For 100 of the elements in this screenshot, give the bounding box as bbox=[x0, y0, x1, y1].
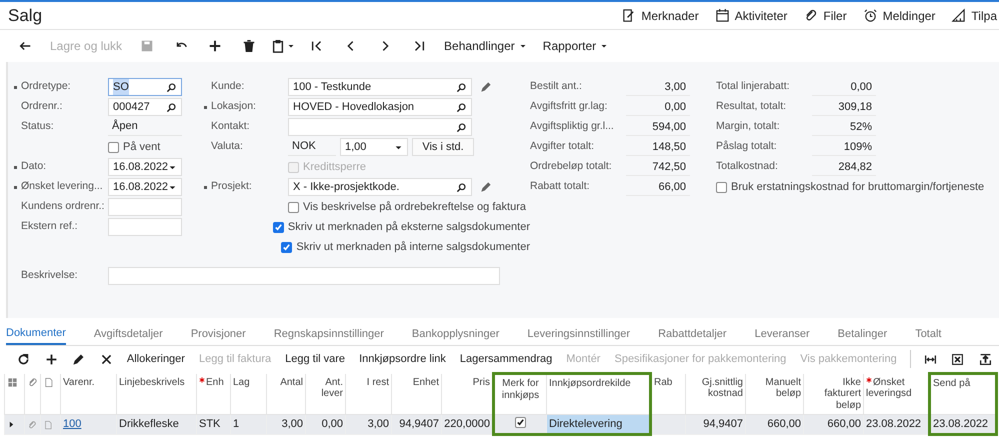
checkmark-icon bbox=[282, 242, 292, 252]
column-header[interactable]: Rab bbox=[650, 374, 686, 414]
table-cell: 94,9407 bbox=[686, 414, 746, 434]
field-label: Kontakt: bbox=[211, 119, 250, 134]
lookup-field[interactable]: HOVED - Hovedlokasjon bbox=[288, 98, 472, 116]
checkbox[interactable]: Vis beskrivelse på ordrebekreftelse og faktura bbox=[288, 198, 526, 216]
column-header[interactable]: Send på bbox=[930, 374, 996, 414]
summary-label: Resultat, totalt: bbox=[716, 99, 788, 114]
column-header[interactable]: I rest bbox=[346, 374, 392, 414]
page-title: Salg bbox=[8, 4, 42, 27]
checkmark-icon bbox=[516, 418, 525, 427]
checkbox[interactable]: Skriv ut merknaden på interne salgsdokumenter bbox=[281, 238, 530, 256]
summary-value: 3,00 bbox=[626, 78, 690, 96]
column-header[interactable]: Pris bbox=[442, 374, 494, 414]
summary-value: 284,82 bbox=[812, 158, 876, 176]
tab[interactable]: Betalinger bbox=[838, 324, 902, 345]
tab[interactable]: Regnskapsinnstillinger bbox=[274, 324, 398, 345]
checkbox[interactable] bbox=[515, 416, 526, 428]
checkbox[interactable]: Bruk erstatningskostnad for bruttomargin/fortjeneste bbox=[716, 178, 984, 196]
clipboard-icon bbox=[271, 39, 286, 53]
tab[interactable]: Provisjoner bbox=[190, 324, 260, 345]
table-cell: 220,0000 bbox=[442, 414, 494, 434]
lookup-field[interactable]: X - Ikke-prosjektkode. bbox=[288, 178, 472, 196]
header-link[interactable]: Filer bbox=[803, 6, 847, 24]
field-label: Prosjekt: bbox=[211, 179, 252, 194]
ruler-icon bbox=[951, 8, 966, 23]
close-icon bbox=[100, 352, 113, 366]
plus-icon bbox=[44, 352, 58, 366]
column-header[interactable]: Manuelt beløp bbox=[746, 374, 804, 414]
tab[interactable]: Avgiftsdetaljer bbox=[94, 324, 177, 345]
lookup-field[interactable]: SO bbox=[108, 78, 182, 96]
refresh-icon bbox=[17, 352, 30, 366]
rate-dropdown[interactable]: 1,00 bbox=[340, 138, 408, 156]
tab[interactable]: Bankopplysninger bbox=[412, 324, 514, 345]
checkbox[interactable]: Skriv ut merknaden på eksterne salgsdokumenter bbox=[272, 218, 530, 236]
fit-width-icon bbox=[924, 352, 937, 366]
menu-button[interactable]: Rapporter bbox=[536, 37, 614, 55]
trash-icon bbox=[242, 39, 256, 53]
field-label: Valuta: bbox=[211, 139, 243, 154]
summary-label: Rabatt totalt: bbox=[530, 179, 591, 194]
table-cell: STK bbox=[196, 414, 230, 434]
tab[interactable]: Dokumenter bbox=[6, 324, 66, 345]
search-icon bbox=[166, 102, 177, 112]
column-header[interactable]: Merk for innkjøps bbox=[494, 374, 546, 414]
column-header[interactable]: Lag bbox=[230, 374, 266, 414]
pencil-icon bbox=[480, 81, 492, 93]
column-header[interactable]: Enh bbox=[196, 374, 230, 414]
field-label: Ekstern ref.: bbox=[21, 219, 78, 234]
alarm-clock-icon bbox=[862, 8, 878, 23]
toolbar-button[interactable]: Allokeringer bbox=[120, 350, 192, 368]
header-link[interactable]: Meldinger bbox=[862, 6, 936, 24]
column-header[interactable]: Ønsket leveringsd bbox=[864, 374, 930, 414]
search-icon bbox=[456, 102, 467, 112]
column-header[interactable]: Innkjøpsordrekilde bbox=[546, 374, 650, 414]
header-link[interactable]: Merknader bbox=[621, 6, 699, 24]
summary-value: 309,18 bbox=[812, 98, 876, 116]
back-arrow-icon bbox=[18, 39, 32, 53]
field-label: Kundens ordrenr.: bbox=[21, 199, 104, 214]
tab[interactable]: Leveranser bbox=[754, 324, 824, 345]
tab[interactable]: Leveringsinnstillinger bbox=[527, 324, 644, 345]
summary-value: 148,50 bbox=[626, 138, 690, 156]
lookup-field[interactable]: 000427 bbox=[108, 98, 182, 116]
date-field[interactable]: 16.08.2022 bbox=[108, 158, 182, 176]
tab[interactable]: Rabattdetaljer bbox=[658, 324, 741, 345]
view-base-button[interactable]: Vis i std. bbox=[412, 138, 474, 156]
tab[interactable]: Totalt bbox=[915, 324, 956, 345]
table-cell: 23.08.2022 bbox=[864, 414, 930, 434]
column-header[interactable]: Antal bbox=[266, 374, 306, 414]
column-header[interactable]: Varenr. bbox=[60, 374, 116, 414]
lookup-field[interactable] bbox=[288, 118, 472, 136]
summary-label: Margin, totalt: bbox=[716, 119, 781, 134]
excel-export-icon bbox=[951, 352, 964, 366]
column-header[interactable]: Enhet bbox=[392, 374, 442, 414]
paperclip-icon bbox=[27, 420, 37, 430]
column-header[interactable]: Ant. lever bbox=[306, 374, 346, 414]
column-header[interactable]: Gj.snittlig kostnad bbox=[686, 374, 746, 414]
summary-label: Påslag totalt: bbox=[716, 139, 778, 154]
column-header[interactable]: Linjebeskrivels bbox=[116, 374, 196, 414]
menu-button[interactable]: Behandlinger bbox=[438, 37, 533, 55]
table-cell: Drikkefleske bbox=[116, 414, 196, 434]
header-link[interactable]: Aktiviteter bbox=[714, 6, 788, 24]
header-link[interactable]: Tilpa bbox=[951, 6, 997, 24]
input-field[interactable] bbox=[108, 198, 182, 216]
table-cell: 3,00 bbox=[346, 414, 392, 434]
column-header[interactable]: Ikke fakturert beløp bbox=[804, 374, 864, 414]
summary-value: 742,50 bbox=[626, 158, 690, 176]
description-field[interactable] bbox=[108, 267, 500, 285]
checkmark-icon bbox=[274, 222, 283, 232]
toolbar-button[interactable]: Innkjøpsordre link bbox=[352, 350, 453, 368]
lookup-field[interactable]: 100 - Testkunde bbox=[288, 78, 472, 96]
toolbar-button[interactable]: Lagersammendrag bbox=[452, 350, 560, 368]
summary-value: 109% bbox=[812, 138, 876, 156]
date-field[interactable]: 16.08.2022 bbox=[108, 178, 182, 196]
input-field[interactable] bbox=[108, 218, 182, 236]
calendar-icon bbox=[714, 8, 730, 23]
save-icon bbox=[140, 39, 154, 53]
toolbar-button[interactable]: Legg til vare bbox=[278, 350, 352, 368]
search-icon bbox=[166, 82, 177, 92]
plus-icon bbox=[208, 39, 222, 53]
checkbox[interactable]: På vent bbox=[108, 138, 160, 156]
